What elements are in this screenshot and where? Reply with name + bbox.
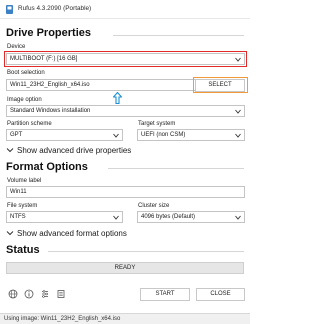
partition-scheme-select[interactable]: GPT (6, 129, 123, 141)
cluster-size-select[interactable]: 4096 bytes (Default) (137, 211, 245, 223)
footer-text: Using image: Win11_23H2_English_x64.iso (4, 316, 121, 322)
select-button[interactable]: SELECT (195, 79, 245, 92)
boot-selection-value: Win11_23H2_English_x64.iso (10, 82, 90, 88)
boot-selection-label: Boot selection (7, 70, 45, 76)
title-bar: Rufus 4.3.2090 (Portable) (0, 0, 250, 19)
section-divider (48, 251, 244, 252)
target-system-value: UEFI (non CSM) (141, 132, 186, 138)
image-option-select[interactable]: Standard Windows installation (6, 105, 245, 117)
file-system-label: File system (7, 203, 38, 209)
section-divider (113, 35, 244, 36)
usb-drive-icon (6, 5, 13, 14)
chevron-down-icon (113, 215, 119, 220)
volume-label-label: Volume label (7, 178, 42, 184)
status-footer: Using image: Win11_23H2_English_x64.iso (0, 313, 250, 324)
target-system-label: Target system (138, 121, 176, 127)
start-button[interactable]: START (140, 288, 190, 301)
target-system-select[interactable]: UEFI (non CSM) (137, 129, 245, 141)
drive-properties-heading: Drive Properties (6, 27, 91, 39)
image-option-label: Image option (7, 97, 42, 103)
status-progress-bar: READY (6, 262, 244, 274)
up-arrow-annotation-icon (113, 92, 122, 104)
globe-icon[interactable] (8, 289, 18, 299)
close-button[interactable]: CLOSE (196, 288, 245, 301)
chevron-down-icon (6, 148, 14, 153)
chevron-down-icon (235, 109, 241, 114)
file-system-select[interactable]: NTFS (6, 211, 123, 223)
device-label: Device (7, 44, 26, 50)
chevron-down-icon (235, 133, 241, 138)
chevron-down-icon (235, 215, 241, 220)
window-title: Rufus 4.3.2090 (Portable) (18, 5, 92, 12)
chevron-down-icon (113, 133, 119, 138)
chevron-down-icon (235, 57, 241, 62)
device-select[interactable]: MULTIBOOT (F:) [16 GB] (6, 53, 245, 65)
partition-scheme-value: GPT (10, 132, 23, 138)
advanced-format-toggle-label: Show advanced format options (17, 229, 127, 238)
section-divider (108, 168, 244, 169)
advanced-drive-toggle-label: Show advanced drive properties (17, 146, 132, 155)
advanced-drive-toggle[interactable]: Show advanced drive properties (6, 146, 131, 155)
advanced-format-toggle[interactable]: Show advanced format options (6, 229, 127, 238)
info-icon[interactable] (24, 289, 34, 299)
file-system-value: NTFS (10, 214, 26, 220)
format-options-heading: Format Options (6, 161, 88, 173)
settings-icon[interactable] (40, 289, 50, 299)
volume-label-input[interactable]: Win11 (6, 186, 245, 198)
cluster-size-value: 4096 bytes (Default) (141, 214, 196, 220)
status-heading: Status (6, 244, 40, 256)
partition-scheme-label: Partition scheme (7, 121, 52, 127)
image-option-value: Standard Windows installation (10, 108, 91, 114)
chevron-down-icon (6, 231, 14, 236)
device-value: MULTIBOOT (F:) [16 GB] (10, 56, 78, 62)
cluster-size-label: Cluster size (138, 203, 170, 209)
log-icon[interactable] (56, 289, 66, 299)
